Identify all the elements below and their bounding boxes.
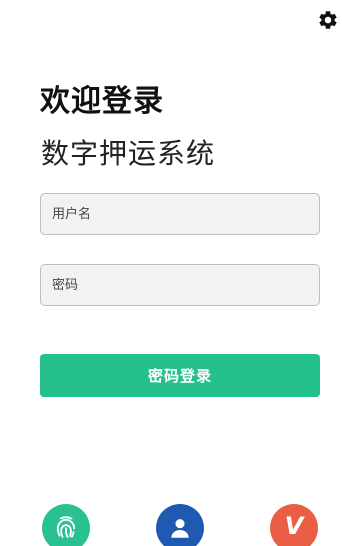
user-icon xyxy=(171,519,189,538)
v-label: V xyxy=(284,512,304,540)
fingerprint-login-button[interactable] xyxy=(42,504,90,546)
settings-button[interactable] xyxy=(316,8,340,32)
system-subtitle: 数字押运系统 xyxy=(41,137,216,170)
login-screen: 欢迎登录 数字押运系统 密码登录 V xyxy=(0,0,342,546)
gear-icon xyxy=(319,11,337,29)
user-login-button[interactable] xyxy=(156,504,204,546)
v-login-button[interactable]: V xyxy=(270,504,318,546)
username-input[interactable] xyxy=(40,193,320,235)
fingerprint-icon xyxy=(56,516,76,538)
welcome-title: 欢迎登录 xyxy=(40,84,164,119)
password-login-button[interactable]: 密码登录 xyxy=(40,354,320,397)
password-input[interactable] xyxy=(40,264,320,306)
